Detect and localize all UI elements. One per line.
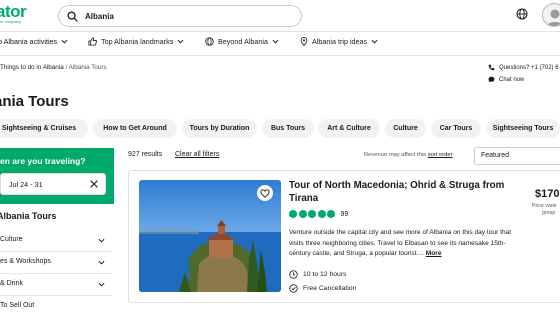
price-note: Price varie group [532, 203, 557, 217]
sidebar-section-title: Albania Tours [0, 211, 57, 221]
sort-value: Featured [481, 152, 510, 159]
chip-culture[interactable]: Culture [385, 119, 426, 138]
search-input[interactable]: Albania [58, 5, 302, 27]
nav-label: o Albania activities [0, 37, 58, 46]
sidebar-item-food-drink[interactable]: & Drink [0, 280, 23, 287]
results-count: 927 results [128, 151, 163, 158]
cancellation-row: Free Cancellation [289, 284, 356, 293]
nav-beyond[interactable]: Beyond Albania [205, 37, 279, 46]
sidebar-divider [0, 273, 112, 274]
chevron-down-icon[interactable] [98, 259, 105, 266]
save-heart-button[interactable] [257, 185, 273, 201]
product-title[interactable]: Tour of North Macedonia; Ohrid & Struga … [289, 180, 524, 205]
nav-label: Top Albania landmarks [101, 37, 174, 46]
avatar[interactable] [542, 3, 560, 27]
chip-sightseeing-cruises[interactable]: Sightseeing & Cruises [0, 119, 88, 138]
rating-dot [327, 210, 335, 218]
thumbs-up-icon [88, 37, 97, 46]
globe-icon[interactable] [516, 8, 528, 20]
price-note-line: group [542, 210, 556, 216]
chevron-down-icon [371, 39, 378, 44]
rating: 99 [289, 210, 348, 218]
nav-divider [0, 55, 560, 56]
chip-how-to-get-around[interactable]: How to Get Around [93, 119, 177, 138]
sidebar-item-likely-to-sell-out[interactable]: To Sell Out [0, 302, 34, 309]
map-pin-icon [300, 37, 308, 46]
chevron-down-icon[interactable] [98, 281, 105, 288]
chevron-down-icon [61, 39, 68, 44]
date-range-field[interactable]: Jul 24 - 31 [0, 173, 106, 195]
help-phone[interactable]: Questions? +1 (702) 6 [488, 64, 559, 71]
chat-bubble-icon [488, 76, 495, 83]
user-icon [546, 9, 560, 26]
revenue-note: Revenue may affect this sort order [364, 152, 453, 158]
date-range-value: Jul 24 - 31 [9, 180, 43, 189]
page-title: ania Tours [0, 93, 69, 110]
product-description: Venture outside the capital city and see… [289, 228, 521, 260]
price: $170. [535, 188, 560, 200]
more-link[interactable]: More [426, 250, 442, 257]
rating-dot [317, 210, 326, 218]
header-divider [0, 31, 560, 32]
close-icon[interactable] [89, 179, 99, 189]
rating-dot [308, 210, 316, 218]
nav-label: Beyond Albania [218, 37, 268, 46]
globe-icon [205, 37, 214, 46]
nav-trip-ideas[interactable]: Albania trip ideas [300, 37, 378, 46]
logo-tagline: er company [0, 19, 21, 24]
chip-art-culture[interactable]: Art & Culture [318, 119, 380, 138]
sidebar-divider [0, 251, 112, 252]
chip-bus-tours[interactable]: Bus Tours [262, 119, 314, 138]
chat-label: Chat now [499, 76, 525, 83]
breadcrumb-link[interactable]: Things to do in Albania [0, 64, 64, 71]
description-text: Venture outside the capital city and see… [289, 229, 512, 257]
chip-car-tours[interactable]: Car Tours [431, 119, 481, 138]
search-value: Albania [85, 12, 114, 21]
nav-label: Albania trip ideas [312, 37, 368, 46]
chip-tours-by-duration[interactable]: Tours by Duration [182, 119, 257, 138]
phone-icon [488, 64, 495, 71]
clear-all-filters-link[interactable]: Clear all filters [175, 151, 219, 158]
check-circle-icon [289, 284, 298, 293]
rating-dot [298, 210, 307, 218]
chip-sightseeing-tours[interactable]: Sightseeing Tours [486, 119, 560, 138]
date-picker-panel: en are you traveling? Jul 24 - 31 [0, 148, 114, 204]
price-note-line: Price varie [532, 203, 557, 209]
sidebar-item-culture[interactable]: Culture [0, 236, 23, 243]
duration-row: 10 to 12 hours [289, 270, 346, 279]
sort-select[interactable]: Featured [474, 147, 560, 165]
chevron-down-icon [177, 39, 184, 44]
review-count[interactable]: 99 [341, 211, 349, 218]
rating-dot [289, 210, 297, 218]
nav-activities[interactable]: o Albania activities [0, 37, 68, 46]
date-picker-heading: en are you traveling? [0, 156, 86, 166]
help-text: Questions? +1 (702) 6 [499, 64, 559, 71]
breadcrumb: Things to do in Albania / Albania Tours [0, 64, 107, 71]
chevron-down-icon[interactable] [98, 237, 105, 244]
revenue-note-text: Revenue may affect this [364, 152, 427, 158]
breadcrumb-current: Albania Tours [68, 64, 107, 71]
duration-text: 10 to 12 hours [303, 271, 347, 278]
search-icon [67, 11, 78, 22]
chat-now-link[interactable]: Chat now [488, 76, 524, 83]
sort-order-link[interactable]: sort order [428, 152, 453, 158]
heart-icon [260, 188, 270, 198]
logo[interactable]: ator [0, 3, 27, 20]
cancellation-text: Free Cancellation [303, 285, 357, 292]
sidebar-item-workshops[interactable]: es & Workshops [0, 258, 51, 265]
nav-landmarks[interactable]: Top Albania landmarks [88, 37, 184, 46]
clock-icon [289, 270, 298, 279]
sidebar-divider [0, 295, 112, 296]
chevron-down-icon [272, 39, 279, 44]
